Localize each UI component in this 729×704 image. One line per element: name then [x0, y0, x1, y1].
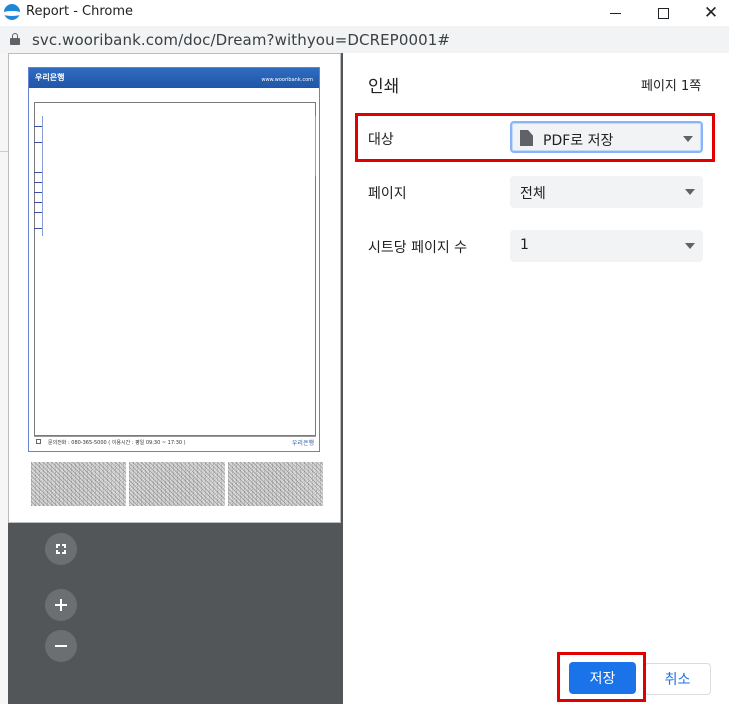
footer-mark-icon — [36, 439, 41, 444]
preview-image — [227, 462, 323, 506]
lock-icon — [10, 33, 20, 46]
dropdown-caret-icon — [685, 189, 695, 195]
print-title: 인쇄 — [368, 77, 400, 97]
fit-to-page-icon — [56, 544, 66, 554]
document-line — [34, 142, 42, 143]
document-content-box — [34, 102, 316, 436]
document-line — [34, 212, 42, 213]
pages-per-sheet-value: 1 — [520, 237, 529, 253]
zoom-in-icon — [55, 599, 67, 611]
pages-per-sheet-select[interactable]: 1 — [510, 230, 703, 262]
maximize-button[interactable] — [640, 0, 686, 26]
document-line — [34, 182, 42, 183]
close-button[interactable]: ✕ — [688, 0, 729, 26]
cancel-button[interactable]: 취소 — [644, 663, 711, 695]
zoom-out-icon — [55, 640, 67, 652]
document-line — [315, 116, 316, 176]
destination-value: PDF로 저장 — [543, 133, 614, 149]
document-line — [34, 172, 42, 173]
preview-document: 우리은행 www.wooribank.com 문의전화 : 080-365-50… — [28, 67, 320, 452]
destination-select[interactable]: PDF로 저장 — [510, 121, 703, 153]
document-line — [42, 116, 43, 236]
url-text[interactable]: svc.wooribank.com/doc/Dream?withyou=DCRE… — [32, 31, 450, 49]
document-footer: 문의전화 : 080-365-5000 ( 이용시간 : 평일 09:30 ~ … — [34, 436, 316, 448]
title-bar: Report - Chrome ✕ — [0, 0, 729, 26]
document-icon — [520, 130, 533, 146]
zoom-out-button[interactable] — [45, 630, 77, 662]
pages-per-sheet-label: 시트당 페이지 수 — [368, 240, 468, 256]
document-line — [34, 202, 42, 203]
document-logo: 우리은행 — [35, 73, 65, 82]
dropdown-caret-icon — [683, 136, 693, 142]
destination-label: 대상 — [368, 132, 394, 148]
document-url: www.wooribank.com — [261, 77, 313, 83]
document-line — [34, 126, 42, 127]
document-header: 우리은행 www.wooribank.com — [29, 68, 319, 88]
pages-select[interactable]: 전체 — [510, 176, 703, 208]
page-count: 페이지 1쪽 — [641, 79, 702, 94]
chrome-logo-icon — [4, 4, 20, 20]
pages-value: 전체 — [520, 186, 546, 202]
save-button[interactable]: 저장 — [569, 662, 636, 694]
document-footer-text: 문의전화 : 080-365-5000 ( 이용시간 : 평일 09:30 ~ … — [48, 440, 186, 446]
minimize-icon — [609, 12, 621, 14]
dropdown-caret-icon — [685, 243, 695, 249]
pages-label: 페이지 — [368, 186, 407, 202]
close-icon: ✕ — [703, 2, 719, 23]
minimize-button[interactable] — [592, 0, 638, 26]
preview-image — [129, 462, 225, 506]
document-line — [34, 192, 42, 193]
preview-image — [31, 462, 127, 506]
document-footer-logo: 우리은행 — [291, 440, 314, 447]
maximize-icon — [657, 7, 669, 19]
fit-to-page-button[interactable] — [45, 533, 77, 565]
window-title: Report - Chrome — [26, 4, 134, 19]
preview-image-strip — [31, 462, 323, 506]
document-line — [34, 228, 42, 229]
zoom-in-button[interactable] — [45, 589, 77, 621]
